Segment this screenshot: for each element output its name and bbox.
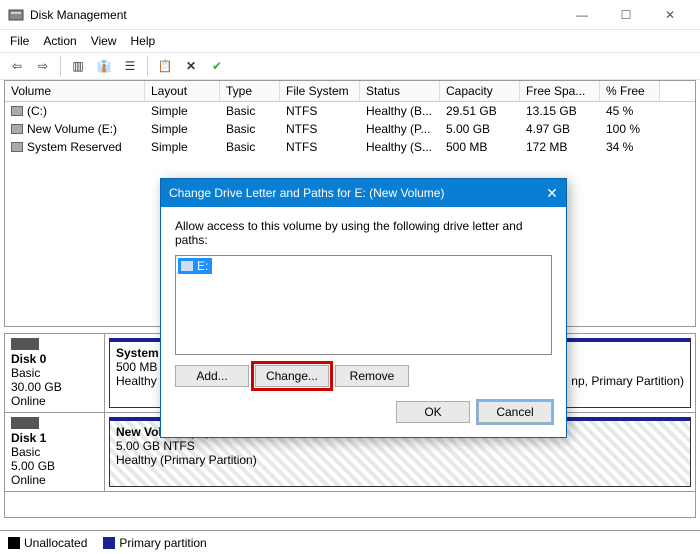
swatch-primary <box>103 537 115 549</box>
paths-listbox[interactable]: E: <box>175 255 552 355</box>
change-button[interactable]: Change... <box>255 365 329 387</box>
dialog-title: Change Drive Letter and Paths for E: (Ne… <box>169 186 538 200</box>
volume-icon <box>11 124 23 134</box>
check-icon[interactable]: ✔ <box>206 55 228 77</box>
minimize-button[interactable]: — <box>560 0 604 30</box>
drive-icon <box>181 261 193 271</box>
table-row[interactable]: New Volume (E:) SimpleBasic NTFSHealthy … <box>5 120 695 138</box>
dialog-close-icon[interactable]: ✕ <box>538 185 566 202</box>
volume-icon <box>11 142 23 152</box>
back-icon[interactable]: ⇦ <box>6 55 28 77</box>
list-item[interactable]: E: <box>178 258 212 274</box>
disk-header[interactable]: Disk 1 Basic 5.00 GB Online <box>5 413 105 491</box>
disk-icon <box>11 417 39 429</box>
disk-header[interactable]: Disk 0 Basic 30.00 GB Online <box>5 334 105 412</box>
window-title: Disk Management <box>30 8 560 22</box>
col-capacity[interactable]: Capacity <box>440 81 520 101</box>
volume-icon <box>11 106 23 116</box>
col-free[interactable]: Free Spa... <box>520 81 600 101</box>
close-button[interactable]: ✕ <box>648 0 692 30</box>
add-button[interactable]: Add... <box>175 365 249 387</box>
col-status[interactable]: Status <box>360 81 440 101</box>
toolbar-icon-3[interactable]: ☰ <box>119 55 141 77</box>
remove-button[interactable]: Remove <box>335 365 409 387</box>
change-drive-letter-dialog: Change Drive Letter and Paths for E: (Ne… <box>160 178 567 438</box>
menu-help[interactable]: Help <box>131 34 156 48</box>
dialog-prompt: Allow access to this volume by using the… <box>175 219 552 247</box>
table-row[interactable]: System Reserved SimpleBasic NTFSHealthy … <box>5 138 695 156</box>
cancel-button[interactable]: Cancel <box>478 401 552 423</box>
col-volume[interactable]: Volume <box>5 81 145 101</box>
col-pct[interactable]: % Free <box>600 81 660 101</box>
menu-file[interactable]: File <box>10 34 29 48</box>
disk-icon <box>11 338 39 350</box>
table-row[interactable]: (C:) SimpleBasic NTFSHealthy (B... 29.51… <box>5 102 695 120</box>
toolbar-icon-1[interactable]: ▥ <box>67 55 89 77</box>
col-fs[interactable]: File System <box>280 81 360 101</box>
ok-button[interactable]: OK <box>396 401 470 423</box>
swatch-unallocated <box>8 537 20 549</box>
forward-icon[interactable]: ⇨ <box>32 55 54 77</box>
maximize-button[interactable]: ☐ <box>604 0 648 30</box>
disk-mgmt-icon <box>8 7 24 23</box>
toolbar-icon-4[interactable]: 📋 <box>154 55 176 77</box>
delete-icon[interactable]: ✕ <box>180 55 202 77</box>
menu-action[interactable]: Action <box>43 34 76 48</box>
toolbar-icon-2[interactable]: 👔 <box>93 55 115 77</box>
col-type[interactable]: Type <box>220 81 280 101</box>
menu-view[interactable]: View <box>91 34 117 48</box>
col-layout[interactable]: Layout <box>145 81 220 101</box>
